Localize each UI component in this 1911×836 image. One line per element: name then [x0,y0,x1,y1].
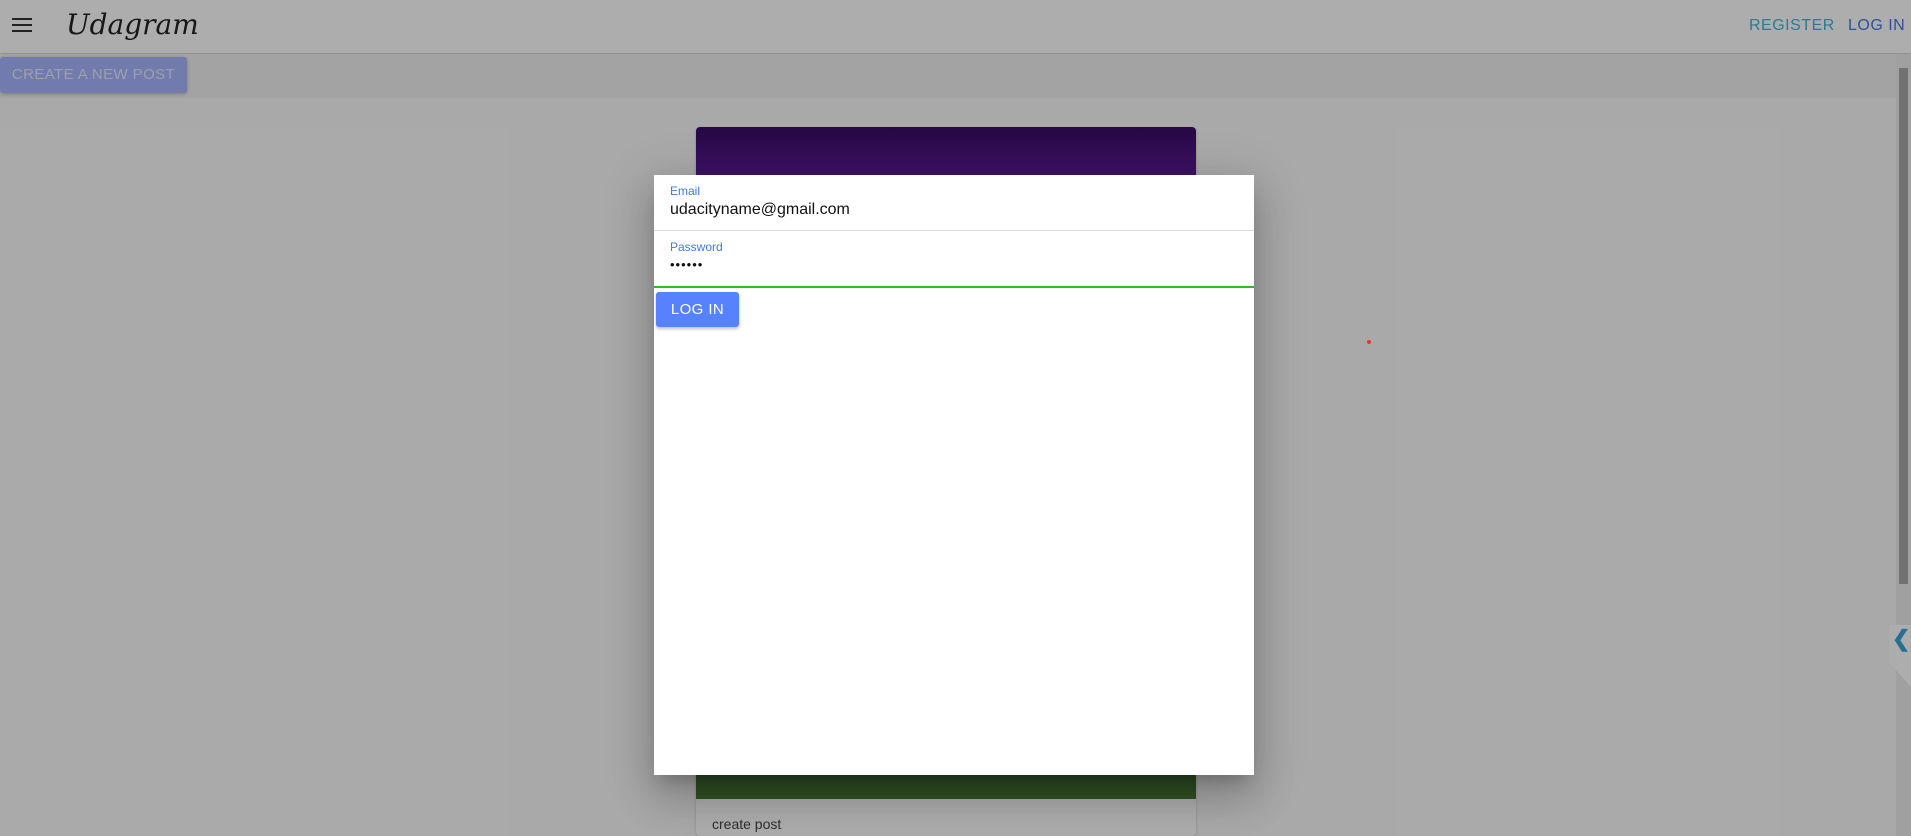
email-input[interactable] [670,201,1230,219]
password-label: Password [670,240,723,254]
password-field[interactable]: Password [654,231,1254,288]
login-modal: Email Password LOG IN [654,175,1254,775]
login-submit-button[interactable]: LOG IN [656,292,739,327]
password-input[interactable] [670,257,1230,272]
email-field[interactable]: Email [654,175,1254,231]
cursor-indicator [1367,340,1371,344]
email-label: Email [670,184,701,198]
